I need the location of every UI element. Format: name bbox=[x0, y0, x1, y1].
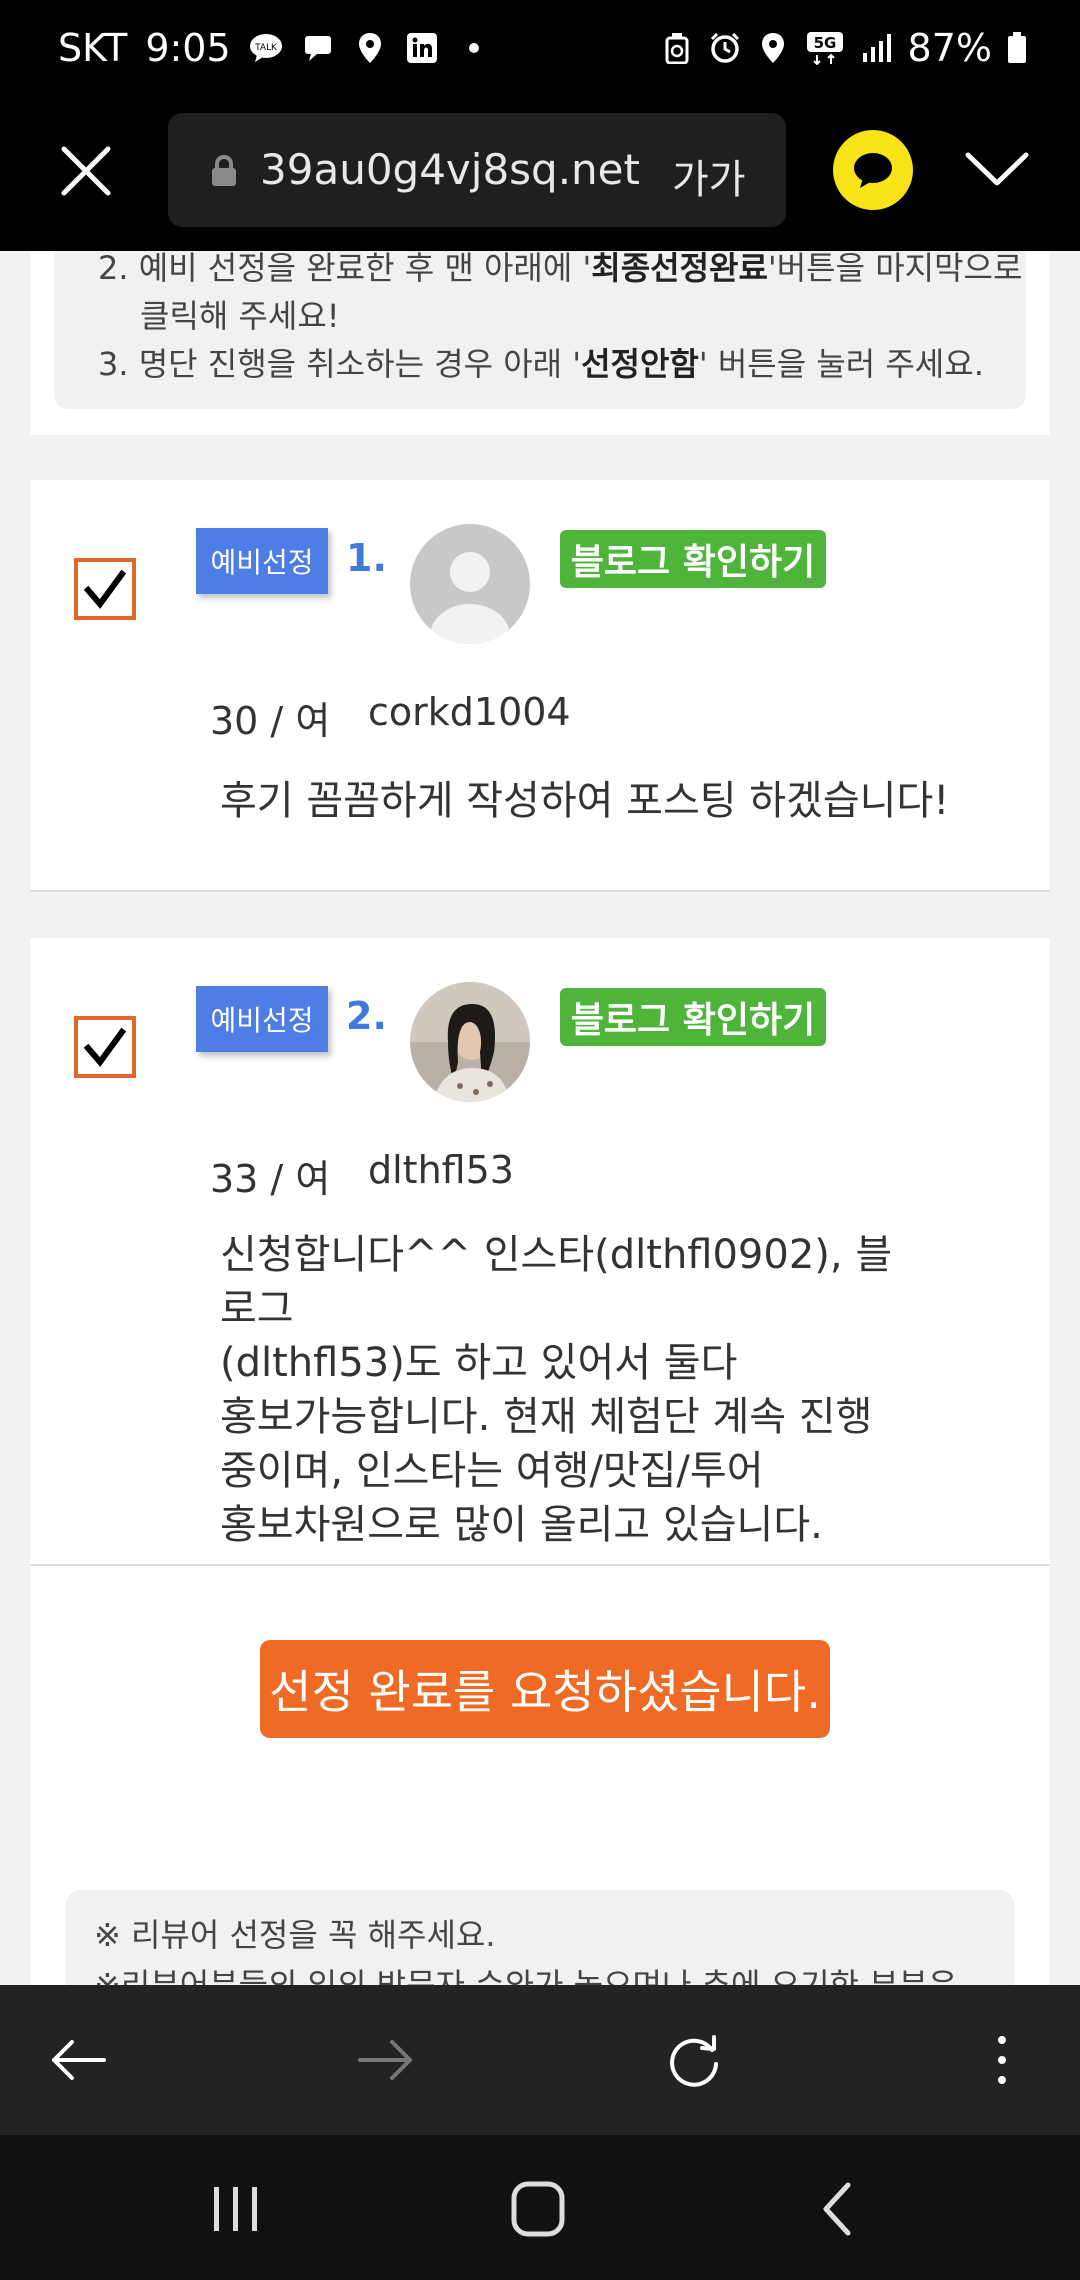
kakaotalk-share-button[interactable] bbox=[833, 130, 913, 210]
notice-line-2: 2. 예비 선정을 완료한 후 맨 아래에 '최종선정완료'버튼을 마지막으로 bbox=[98, 249, 1023, 287]
info-line-1: ※ 리뷰어 선정을 꼭 해주세요. bbox=[94, 1916, 496, 1954]
5g-icon: 5G bbox=[804, 31, 846, 65]
checkmark-icon bbox=[84, 569, 126, 609]
5g-icon-text: 5G bbox=[813, 34, 836, 52]
back-arrow-icon[interactable] bbox=[46, 2030, 110, 2090]
back-icon[interactable] bbox=[808, 2179, 872, 2239]
comment-line: 홍보차원으로 많이 올리고 있습니다. bbox=[220, 1502, 823, 1548]
comment-line: (dlthfl53)도 하고 있어서 둘다 bbox=[220, 1340, 738, 1386]
carrier-label: SKT bbox=[58, 26, 128, 70]
notice-box: 2. 예비 선정을 완료한 후 맨 아래에 '최종선정완료'버튼을 마지막으로 … bbox=[54, 249, 1026, 409]
battery-percent: 87% bbox=[907, 26, 992, 70]
battery-icon bbox=[1006, 31, 1028, 65]
avatar-placeholder-icon bbox=[410, 524, 530, 644]
comment-line: 신청합니다^^ 인스타(dlthfl0902), 블로그 bbox=[220, 1232, 893, 1332]
comment-line: 홍보가능합니다. 현재 체험단 계속 진행 bbox=[220, 1394, 873, 1440]
recycle-icon bbox=[660, 31, 694, 65]
system-navigation-bar bbox=[0, 2135, 1080, 2280]
dot-icon bbox=[457, 31, 491, 65]
selection-complete-button[interactable]: 선정 완료를 요청하셨습니다. bbox=[260, 1640, 830, 1738]
message-icon bbox=[301, 31, 335, 65]
checkmark-icon bbox=[84, 1027, 126, 1067]
reserve-badge: 예비선정 bbox=[196, 986, 328, 1052]
blog-check-button-1[interactable]: 블로그 확인하기 bbox=[560, 530, 826, 588]
text-size-button[interactable]: 가가 bbox=[672, 147, 746, 205]
select-checkbox-1[interactable] bbox=[74, 558, 136, 620]
age-gender: 30 / 여 bbox=[210, 699, 331, 743]
location-icon bbox=[756, 31, 790, 65]
speech-bubble-icon bbox=[854, 153, 892, 188]
applicant-number: 2. bbox=[346, 994, 387, 1038]
home-icon[interactable] bbox=[506, 2179, 570, 2239]
url-field[interactable]: 939au0g4vj8sq.net 가가 bbox=[168, 113, 786, 227]
clock: 9:05 bbox=[145, 26, 231, 70]
user-id: dlthfl53 bbox=[368, 1148, 514, 1192]
reserve-badge: 예비선정 bbox=[196, 528, 328, 594]
alarm-icon bbox=[708, 31, 742, 65]
age-gender: 33 / 여 bbox=[210, 1157, 331, 1201]
comment-line: 중이며, 인스타는 여행/맛집/투어 bbox=[220, 1448, 764, 1494]
lock-icon bbox=[212, 155, 236, 186]
avatar-photo bbox=[410, 982, 530, 1102]
browser-toolbar: 939au0g4vj8sq.net 가가 bbox=[0, 105, 1080, 251]
refresh-icon[interactable] bbox=[662, 2030, 726, 2090]
chevron-down-icon[interactable] bbox=[962, 145, 1032, 195]
blog-check-button-2[interactable]: 블로그 확인하기 bbox=[560, 988, 826, 1046]
user-id: corkd1004 bbox=[368, 690, 571, 734]
forward-arrow-icon[interactable] bbox=[354, 2030, 418, 2090]
applicant-card-1: 예비선정 1. 블로그 확인하기 30 / 여 corkd1004 후기 꼼꼼하… bbox=[30, 480, 1050, 892]
applicant-comment: 후기 꼼꼼하게 작성하여 포스팅 하겠습니다! bbox=[220, 778, 950, 824]
kakaotalk-icon: TALK bbox=[249, 31, 283, 65]
linkedin-icon bbox=[405, 31, 439, 65]
close-icon[interactable] bbox=[58, 143, 114, 199]
applicant-comment: 신청합니다^^ 인스타(dlthfl0902), 블로그 (dlthfl53)도… bbox=[220, 1228, 920, 1552]
kakaotalk-icon-text: TALK bbox=[254, 43, 278, 53]
notice-line-3: 3. 명단 진행을 취소하는 경우 아래 '선정안함' 버튼을 눌러 주세요. bbox=[98, 345, 984, 383]
status-bar: SKT 9:05 TALK 5G 87% bbox=[0, 0, 1080, 105]
notice-section: 2. 예비 선정을 완료한 후 맨 아래에 '최종선정완료'버튼을 마지막으로 … bbox=[30, 249, 1050, 435]
select-checkbox-2[interactable] bbox=[74, 1016, 136, 1078]
signal-icon bbox=[860, 31, 894, 65]
notice-line-2-cont: 클릭해 주세요! bbox=[140, 297, 340, 335]
submit-section: 선정 완료를 요청하셨습니다. ※ 리뷰어 선정을 꼭 해주세요. ※리뷰어분들… bbox=[30, 1566, 1050, 2030]
url-text: 939au0g4vj8sq.net bbox=[260, 145, 640, 194]
browser-bottom-bar bbox=[0, 1985, 1080, 2135]
applicant-number: 1. bbox=[346, 536, 387, 580]
location-icon bbox=[353, 31, 387, 65]
recent-apps-icon[interactable] bbox=[204, 2179, 268, 2239]
applicant-card-2: 예비선정 2. 블로그 확인하기 33 / 여 dlthfl53 신청합니다^^… bbox=[30, 938, 1050, 1566]
more-menu-icon[interactable] bbox=[970, 2030, 1034, 2090]
